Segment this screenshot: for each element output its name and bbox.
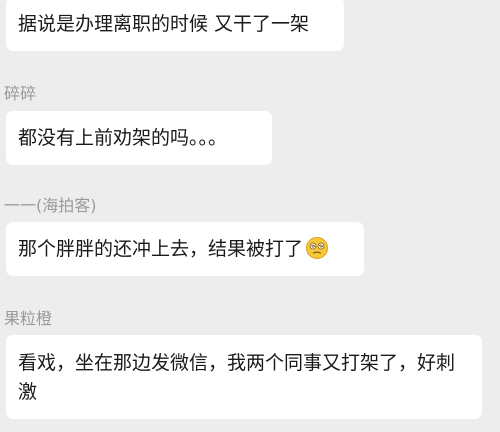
message-bubble[interactable]: 据说是办理离职的时候 又干了一架 bbox=[6, 0, 344, 51]
sender-name: 一一(海拍客) bbox=[4, 196, 97, 215]
message-bubble[interactable]: 都没有上前劝架的吗。。。 bbox=[6, 111, 272, 165]
message-bubble[interactable]: 那个胖胖的还冲上去，结果被打了 bbox=[6, 222, 364, 276]
message-text: 看戏，坐在那边发微信，我两个同事又打架了，好刺激 bbox=[18, 352, 456, 403]
sender-name: 碎碎 bbox=[4, 84, 37, 103]
message-text: 都没有上前劝架的吗。。。 bbox=[18, 127, 228, 149]
dizzy-face-emoji-icon bbox=[306, 237, 329, 259]
message-bubble[interactable]: 看戏，坐在那边发微信，我两个同事又打架了，好刺激 bbox=[6, 335, 482, 419]
sender-name: 果粒橙 bbox=[4, 309, 53, 328]
message-text: 据说是办理离职的时候 又干了一架 bbox=[18, 13, 310, 35]
message-text: 那个胖胖的还冲上去，结果被打了 bbox=[18, 238, 304, 260]
